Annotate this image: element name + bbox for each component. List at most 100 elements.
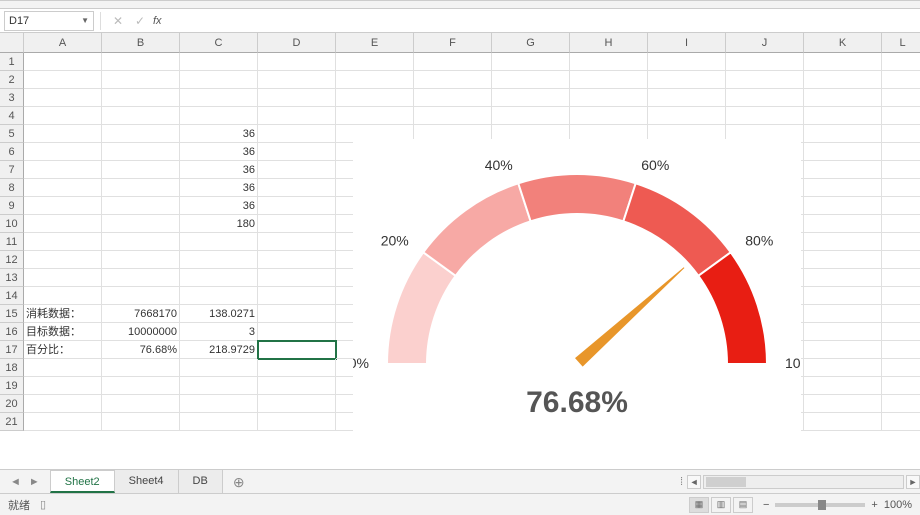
name-box[interactable]: D17 ▼ [4, 11, 94, 31]
cell-B10[interactable] [102, 215, 180, 233]
cell-L16[interactable] [882, 323, 920, 341]
column-header[interactable]: H [570, 33, 648, 53]
cell-C12[interactable] [180, 251, 258, 269]
cell-D12[interactable] [258, 251, 336, 269]
cell-G4[interactable] [492, 107, 570, 125]
cell-J2[interactable] [726, 71, 804, 89]
cell-C15[interactable]: 138.0271 [180, 305, 258, 323]
cell-C8[interactable]: 36 [180, 179, 258, 197]
row-header[interactable]: 20 [0, 395, 24, 413]
cell-A19[interactable] [24, 377, 102, 395]
cell-C17[interactable]: 218.9729 [180, 341, 258, 359]
zoom-slider-knob[interactable] [818, 500, 826, 510]
cell-D7[interactable] [258, 161, 336, 179]
column-header[interactable]: B [102, 33, 180, 53]
cell-F2[interactable] [414, 71, 492, 89]
cell-L17[interactable] [882, 341, 920, 359]
cell-B1[interactable] [102, 53, 180, 71]
cancel-button[interactable]: ✕ [107, 11, 129, 31]
cell-L2[interactable] [882, 71, 920, 89]
cell-A9[interactable] [24, 197, 102, 215]
column-header[interactable]: D [258, 33, 336, 53]
view-page-break-button[interactable]: ▤ [733, 497, 753, 513]
scroll-left-button[interactable]: ◄ [687, 475, 701, 489]
cell-C14[interactable] [180, 287, 258, 305]
cell-F3[interactable] [414, 89, 492, 107]
cell-L14[interactable] [882, 287, 920, 305]
cell-H4[interactable] [570, 107, 648, 125]
scroll-thumb[interactable] [706, 477, 746, 487]
cell-L4[interactable] [882, 107, 920, 125]
row-header[interactable]: 4 [0, 107, 24, 125]
cell-D6[interactable] [258, 143, 336, 161]
cell-L11[interactable] [882, 233, 920, 251]
row-header[interactable]: 8 [0, 179, 24, 197]
cell-B16[interactable]: 10000000 [102, 323, 180, 341]
cell-A13[interactable] [24, 269, 102, 287]
cell-L13[interactable] [882, 269, 920, 287]
cell-L6[interactable] [882, 143, 920, 161]
cell-K6[interactable] [804, 143, 882, 161]
horizontal-scrollbar[interactable]: ⁞ ◄ ► [680, 473, 920, 491]
column-header[interactable]: G [492, 33, 570, 53]
column-header[interactable]: K [804, 33, 882, 53]
cell-D16[interactable] [258, 323, 336, 341]
cell-C2[interactable] [180, 71, 258, 89]
cell-D9[interactable] [258, 197, 336, 215]
cell-D21[interactable] [258, 413, 336, 431]
cell-L5[interactable] [882, 125, 920, 143]
row-header[interactable]: 14 [0, 287, 24, 305]
cell-B20[interactable] [102, 395, 180, 413]
cell-K5[interactable] [804, 125, 882, 143]
row-header[interactable]: 10 [0, 215, 24, 233]
cell-C1[interactable] [180, 53, 258, 71]
row-header[interactable]: 1 [0, 53, 24, 71]
formula-input[interactable] [168, 11, 920, 31]
cell-D10[interactable] [258, 215, 336, 233]
cell-B9[interactable] [102, 197, 180, 215]
column-header[interactable]: J [726, 33, 804, 53]
row-header[interactable]: 16 [0, 323, 24, 341]
cell-K13[interactable] [804, 269, 882, 287]
scroll-track[interactable] [703, 475, 904, 489]
column-header[interactable]: A [24, 33, 102, 53]
cell-K14[interactable] [804, 287, 882, 305]
cell-K9[interactable] [804, 197, 882, 215]
cell-B8[interactable] [102, 179, 180, 197]
cell-J3[interactable] [726, 89, 804, 107]
cell-L20[interactable] [882, 395, 920, 413]
row-header[interactable]: 2 [0, 71, 24, 89]
zoom-level[interactable]: 100% [884, 499, 912, 511]
accept-button[interactable]: ✓ [129, 11, 151, 31]
row-header[interactable]: 9 [0, 197, 24, 215]
cell-A17[interactable]: 百分比： [24, 341, 102, 359]
cell-B3[interactable] [102, 89, 180, 107]
cell-I1[interactable] [648, 53, 726, 71]
cell-E2[interactable] [336, 71, 414, 89]
cell-A14[interactable] [24, 287, 102, 305]
row-header[interactable]: 5 [0, 125, 24, 143]
row-header[interactable]: 6 [0, 143, 24, 161]
cell-K12[interactable] [804, 251, 882, 269]
cell-K15[interactable] [804, 305, 882, 323]
cell-K2[interactable] [804, 71, 882, 89]
row-header[interactable]: 11 [0, 233, 24, 251]
view-normal-button[interactable]: ▦ [689, 497, 709, 513]
cell-L21[interactable] [882, 413, 920, 431]
cell-B19[interactable] [102, 377, 180, 395]
cell-J1[interactable] [726, 53, 804, 71]
cell-K3[interactable] [804, 89, 882, 107]
tab-nav-prev[interactable]: ◄ [8, 476, 23, 488]
cell-I3[interactable] [648, 89, 726, 107]
add-sheet-button[interactable]: ⊕ [223, 471, 255, 493]
cell-E3[interactable] [336, 89, 414, 107]
cell-D14[interactable] [258, 287, 336, 305]
cell-K11[interactable] [804, 233, 882, 251]
cell-A20[interactable] [24, 395, 102, 413]
cell-A1[interactable] [24, 53, 102, 71]
cell-B5[interactable] [102, 125, 180, 143]
row-header[interactable]: 19 [0, 377, 24, 395]
cell-C21[interactable] [180, 413, 258, 431]
cell-L7[interactable] [882, 161, 920, 179]
cell-G3[interactable] [492, 89, 570, 107]
